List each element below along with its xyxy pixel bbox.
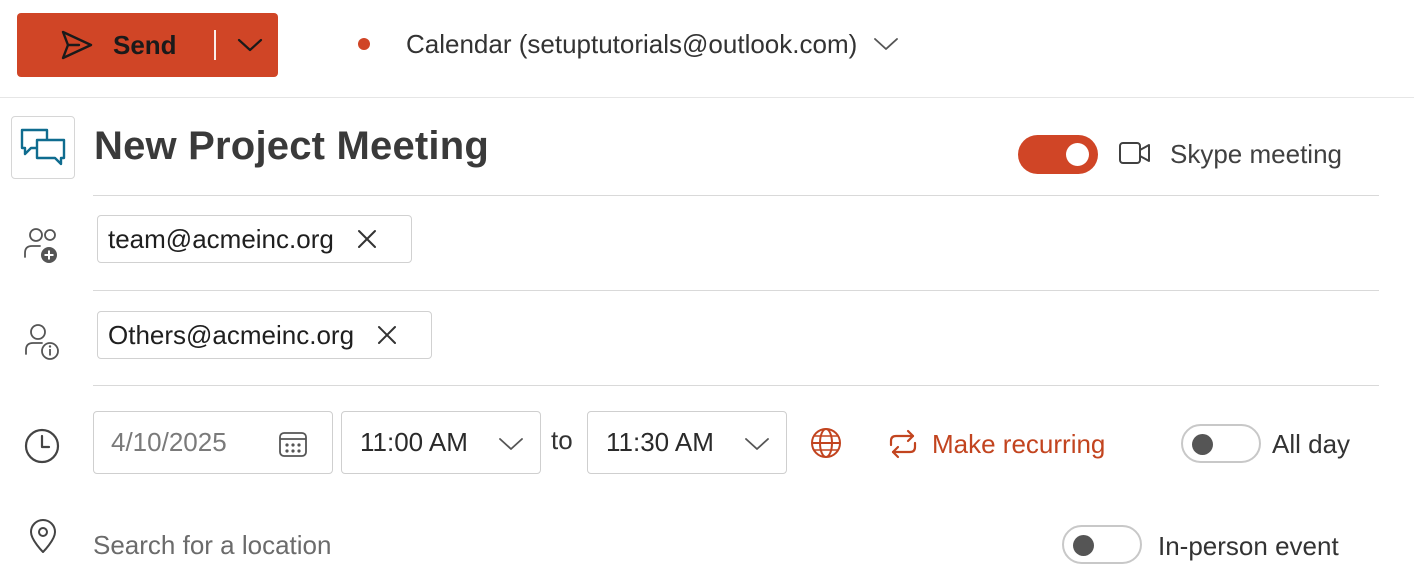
all-day-label: All day (1272, 429, 1351, 459)
date-value: 4/10/2025 (111, 427, 227, 457)
divider (93, 385, 1379, 386)
close-icon[interactable] (376, 324, 398, 346)
send-button[interactable]: Send (17, 13, 177, 77)
event-title[interactable]: New Project Meeting (94, 124, 489, 169)
repeat-icon (889, 429, 917, 459)
location-search-input[interactable] (93, 525, 793, 565)
chat-bubbles-icon (20, 128, 66, 165)
skype-meeting-label: Skype meeting (1170, 139, 1342, 169)
skype-meeting-toggle[interactable] (1018, 135, 1098, 174)
send-options-button[interactable] (221, 13, 278, 77)
video-camera-icon (1119, 142, 1150, 164)
in-person-event-toggle[interactable] (1062, 525, 1142, 564)
chevron-down-icon (237, 38, 262, 52)
toggle-knob (1192, 434, 1213, 455)
divider (93, 290, 1379, 291)
calendar-label: Calendar (setuptutorials@outlook.com) (406, 28, 858, 59)
person-info-icon (25, 324, 59, 360)
date-picker[interactable]: 4/10/2025 (93, 411, 333, 474)
toggle-knob (1066, 143, 1089, 166)
location-pin-icon (30, 519, 56, 553)
calendar-color-dot (358, 38, 370, 50)
people-add-icon (24, 228, 57, 263)
attendee-chip-optional[interactable]: Others@acmeinc.org (97, 311, 432, 359)
make-recurring-button[interactable]: Make recurring (886, 424, 1105, 464)
send-label: Send (113, 29, 177, 60)
send-icon (61, 30, 93, 60)
event-type-button[interactable] (11, 116, 75, 179)
chevron-down-icon (874, 38, 899, 50)
top-toolbar: Send Calendar (setuptutorials@outlook.co… (0, 0, 1414, 98)
calendar-picker[interactable]: Calendar (setuptutorials@outlook.com) (358, 22, 899, 66)
calendar-icon (279, 432, 307, 457)
send-divider (214, 30, 216, 60)
divider (93, 195, 1379, 196)
send-split-button: Send (17, 13, 278, 77)
to-label: to (551, 425, 573, 455)
chevron-down-icon (745, 438, 769, 450)
start-time-dropdown[interactable]: 11:00 AM (341, 411, 541, 474)
attendee-chip-required[interactable]: team@acmeinc.org (97, 215, 412, 263)
make-recurring-label: Make recurring (932, 428, 1106, 459)
chevron-down-icon (499, 438, 523, 450)
all-day-toggle[interactable] (1181, 424, 1261, 463)
toggle-knob (1073, 535, 1094, 556)
close-icon[interactable] (356, 228, 378, 250)
end-time-value: 11:30 AM (606, 427, 714, 457)
start-time-value: 11:00 AM (360, 427, 468, 457)
attendee-email: team@acmeinc.org (108, 223, 334, 254)
end-time-dropdown[interactable]: 11:30 AM (587, 411, 787, 474)
attendee-email: Others@acmeinc.org (108, 319, 355, 350)
globe-icon[interactable] (809, 426, 843, 460)
in-person-event-label: In-person event (1158, 531, 1339, 561)
clock-icon (24, 428, 60, 464)
